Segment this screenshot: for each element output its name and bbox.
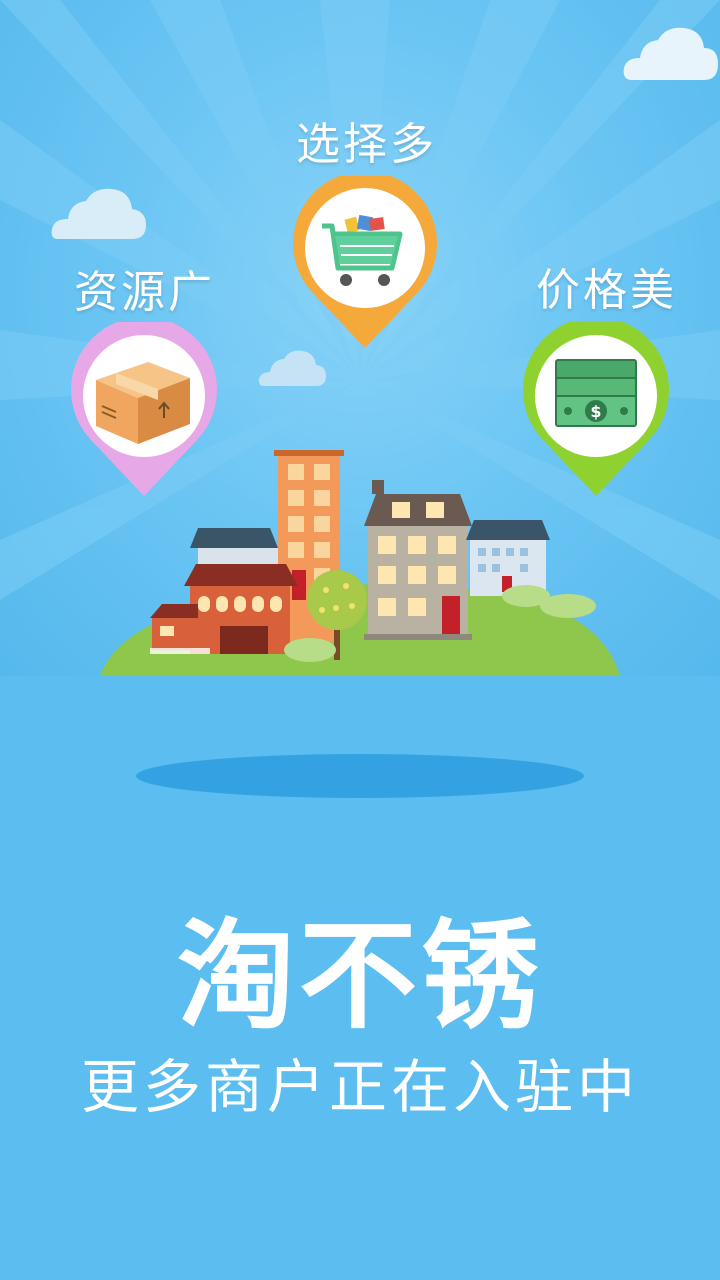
tagline: 更多商户正在入驻中	[80, 1053, 639, 1121]
money-bills-icon: $	[555, 359, 637, 427]
brand-title: 淘不锈	[176, 907, 543, 1045]
cloud-icon	[258, 350, 326, 386]
shopping-cart-pin	[293, 176, 437, 348]
feature-label-price: 价格美	[536, 265, 677, 316]
cloud-icon	[51, 188, 146, 239]
feature-label-choice: 选择多	[296, 119, 437, 170]
island-shadow	[136, 754, 584, 798]
cloud-icon	[623, 27, 718, 80]
svg-text:$: $	[590, 402, 601, 421]
feature-label-resources: 资源广	[74, 267, 215, 318]
